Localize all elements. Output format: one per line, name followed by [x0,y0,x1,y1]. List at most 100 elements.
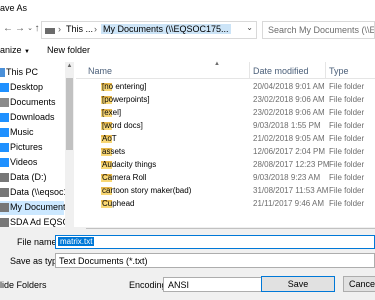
file-type: File folder [329,199,365,208]
scroll-up-icon[interactable]: ▲ [65,62,74,71]
column-type[interactable]: Type [329,66,349,76]
downloads-icon [0,113,9,122]
file-type: File folder [329,160,365,169]
file-type: File folder [329,134,365,143]
back-arrow-icon[interactable]: ← [2,23,14,35]
nav-item-label: Videos [10,157,38,167]
file-date: 12/06/2017 2:04 PM [253,147,326,156]
save-button[interactable]: Save [261,276,335,292]
search-input[interactable] [263,22,374,38]
file-date: 21/02/2018 9:05 AM [253,134,325,143]
network-drive-icon [0,203,9,212]
hide-folders-toggle[interactable]: lide Folders [0,280,47,290]
file-date: 28/08/2017 12:23 PM [253,160,330,169]
nav-item-sda[interactable]: SDA Ad EQSO... [0,216,74,227]
column-separator[interactable] [325,62,326,79]
list-item[interactable]: [exel] 23/02/2018 9:06 AM File folder [76,107,375,119]
file-list: [no entering] 20/04/2018 9:01 AM File fo… [76,81,375,226]
filename-field[interactable]: matrix.txt [55,235,375,249]
address-dropdown-icon[interactable]: ⌄ [246,23,253,32]
network-drive-icon [0,218,9,227]
address-row: ← → ⌄ ↑ › This ... › My Documents (\\EQS… [0,19,375,41]
save-form: File name: matrix.txt Save as type: Text… [0,229,375,300]
search-box[interactable] [262,21,375,39]
chevron-right-icon[interactable]: › [58,24,61,34]
file-date: 31/08/2017 11:53 AM [253,186,329,195]
cancel-button[interactable]: Cance [343,276,375,292]
address-bar[interactable]: › This ... › My Documents (\\EQSOC175...… [41,21,257,39]
file-type: File folder [329,186,365,195]
drive-icon [0,173,9,182]
videos-icon [0,158,9,167]
file-name: [exel] [102,108,122,117]
file-name: Camera Roll [102,173,147,182]
file-date: 21/11/2017 9:46 AM [253,199,325,208]
file-date: 23/02/2018 9:06 AM [253,108,325,117]
sort-arrow-icon: ▲ [214,61,220,67]
list-item[interactable]: Cuphead 21/11/2017 9:46 AM File folder [76,198,375,210]
column-header: ▲ Name Date modified Type [76,61,375,79]
nav-item-label: Documents [10,97,56,107]
chevron-right-icon[interactable]: › [94,24,97,34]
music-icon [0,128,9,137]
column-name[interactable]: Name [88,66,112,76]
list-item[interactable]: assets 12/06/2017 2:04 PM File folder [76,146,375,158]
file-type: File folder [329,108,365,117]
filename-label: File name: [17,237,60,247]
column-separator[interactable] [249,62,250,79]
nav-item-label: My Documents [10,202,71,212]
file-name: Audacity things [102,160,157,169]
organize-label: anize [0,45,22,55]
file-name: cartoon story maker(bad) [102,186,192,195]
encoding-select[interactable]: ANSI ▼ [163,277,272,292]
nav-item-pictures[interactable]: Pictures [0,141,64,155]
file-name: Cuphead [102,199,135,208]
nav-item-label: Downloads [10,112,55,122]
new-folder-button[interactable]: New folder [47,45,90,55]
pictures-icon [0,143,9,152]
title-bar: ave As [0,0,375,18]
breadcrumb-my-documents[interactable]: My Documents (\\EQSOC175... [101,24,231,34]
nav-scrollbar-thumb[interactable] [66,78,73,150]
list-item[interactable]: [word docs] 9/03/2018 1:55 PM File folde… [76,120,375,132]
nav-item-desktop[interactable]: Desktop [0,81,64,95]
nav-item-videos[interactable]: Videos [0,156,64,170]
nav-item-documents[interactable]: Documents [0,96,64,110]
savetype-select[interactable]: Text Documents (*.txt) [55,253,375,268]
file-type: File folder [329,121,365,130]
list-item[interactable]: cartoon story maker(bad) 31/08/2017 11:5… [76,185,375,197]
desktop-icon [0,83,9,92]
nav-item-data-d[interactable]: Data (D:) [0,171,64,185]
file-type: File folder [329,82,365,91]
nav-item-downloads[interactable]: Downloads [0,111,64,125]
savetype-value: Text Documents (*.txt) [59,256,148,266]
nav-scrollbar[interactable]: ▲ [65,62,74,227]
chevron-down-icon: ▼ [24,49,30,55]
file-date: 9/03/2018 1:55 PM [253,121,321,130]
list-item[interactable]: AoT 21/02/2018 9:05 AM File folder [76,133,375,145]
nav-item-label: Data (D:) [10,172,47,182]
navigation-pane: This PC Desktop Documents Downloads Musi… [0,62,74,227]
list-item[interactable]: Audacity things 28/08/2017 12:23 PM File… [76,159,375,171]
file-type: File folder [329,147,365,156]
hide-folders-label: lide Folders [0,280,47,290]
nav-item-label: This PC [6,67,39,77]
column-date-modified[interactable]: Date modified [253,66,309,76]
nav-item-this-pc[interactable]: This PC [0,66,64,80]
file-name: [word docs] [102,121,143,130]
nav-item-music[interactable]: Music [0,126,64,140]
nav-item-data-network[interactable]: Data (\\eqsoc17... [0,186,74,200]
toolbar: anize ▼ New folder [0,42,375,60]
organize-menu[interactable]: anize ▼ [0,45,30,55]
list-item[interactable]: [powerpoints] 23/02/2018 9:06 AM File fo… [76,94,375,106]
breadcrumb-this-pc[interactable]: This ... [66,24,93,34]
window-title: ave As [0,3,28,13]
nav-item-my-documents[interactable]: My Documents [0,201,70,215]
list-item[interactable]: Camera Roll 9/03/2018 9:23 AM File folde… [76,172,375,184]
file-type: File folder [329,173,365,182]
file-date: 20/04/2018 9:01 AM [253,82,325,91]
file-name: [powerpoints] [102,95,150,104]
list-item[interactable]: [no entering] 20/04/2018 9:01 AM File fo… [76,81,375,93]
nav-item-label: Pictures [10,142,43,152]
file-name: [no entering] [102,82,147,91]
